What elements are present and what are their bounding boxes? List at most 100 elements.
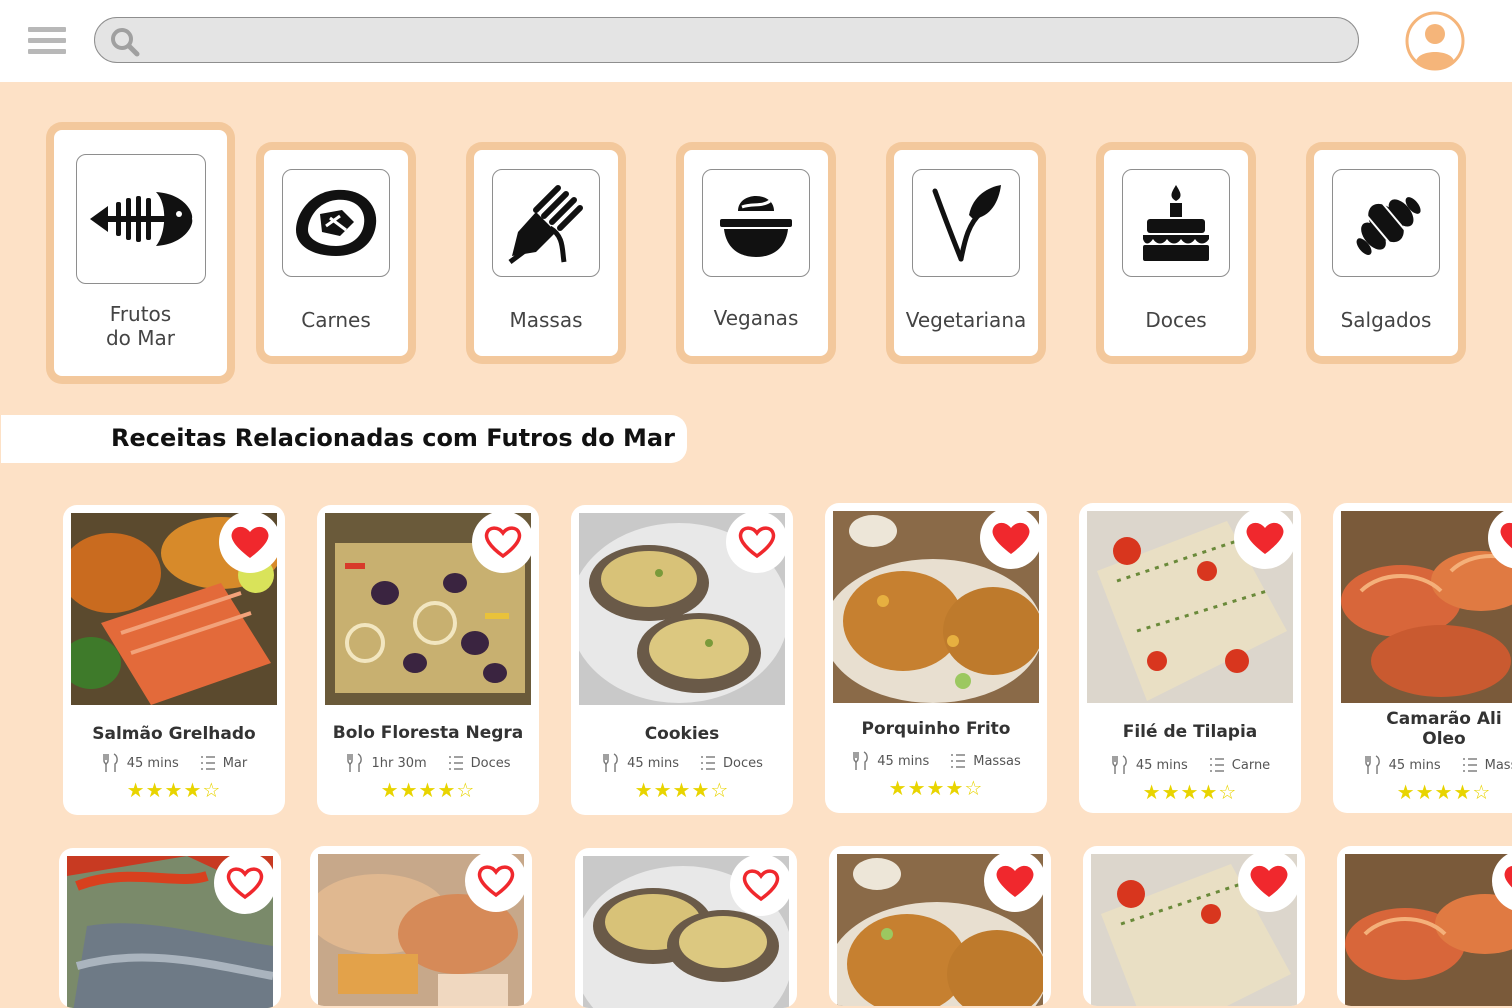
favorite-button[interactable] [984,850,1046,912]
recipe-card[interactable]: Cookies 45 mins Doces ★★★★☆ [571,505,793,815]
leaf-sprout-icon [912,169,1020,277]
fork-knife-icon [103,753,118,772]
fork-knife-icon [603,753,618,772]
recipe-card[interactable]: Filé de Tilapia 45 mins Carne ★★★★☆ [1079,503,1301,813]
category-carnes[interactable]: Carnes [256,142,416,364]
category-salgados[interactable]: Salgados [1306,142,1466,364]
favorite-button[interactable] [726,511,788,573]
list-icon [1209,758,1224,772]
recipe-card[interactable] [59,848,281,1008]
recipe-time: 45 mins [877,753,930,769]
category-label: Frutos [109,302,172,326]
recipe-time: 45 mins [126,755,179,771]
recipe-category: Mar [222,755,248,771]
recipe-photo [1345,854,1512,1006]
cake-icon [1122,169,1230,277]
recipe-card[interactable] [575,848,797,1008]
recipe-card[interactable]: Porquinho Frito 45 mins Massas ★★★★☆ [825,503,1047,813]
category-vegetariana[interactable]: Vegetariana [886,142,1046,364]
heart-icon [1500,522,1512,549]
favorite-button[interactable] [219,511,281,573]
heart-icon [226,867,264,900]
recipe-meta: 45 mins Massas [825,751,1047,771]
user-avatar-icon[interactable] [1405,11,1465,71]
favorite-button[interactable] [465,850,527,912]
fork-knife-icon [853,751,869,770]
pasta-fork-icon [492,169,600,277]
recipe-time: 45 mins [1135,757,1188,773]
rating-stars: ★★★★☆ [888,776,984,800]
list-icon [951,754,966,768]
recipe-time: 1hr 30m [371,755,427,771]
steak-icon [282,169,390,277]
list-icon [200,756,215,770]
category-doces[interactable]: Doces [1096,142,1256,364]
list-icon [1462,758,1477,772]
recipe-card[interactable]: Camarão Ali Oleo 45 mins Massa ★★★★☆ [1333,503,1512,813]
top-header [0,0,1512,82]
fish-bone-icon [75,154,206,284]
heart-icon [742,869,780,902]
recipe-meta: 45 mins Doces [571,753,793,773]
recipe-photo [1341,511,1512,703]
heart-icon [484,526,522,559]
category-massas[interactable]: Massas [466,142,626,364]
heart-icon [477,865,515,898]
hamburger-menu-icon[interactable] [28,27,66,55]
favorite-button[interactable] [472,511,534,573]
recipe-title: Bolo Floresta Negra [332,723,524,743]
category-label: Massas [509,308,583,332]
category-frutos-do-mar[interactable]: Frutos do Mar [46,122,235,384]
recipe-meta: 1hr 30m Doces [317,753,539,773]
favorite-button[interactable] [214,852,276,914]
favorite-button[interactable] [730,854,792,916]
recipe-time: 45 mins [1388,757,1441,773]
recipe-meta: 45 mins Carne [1079,755,1301,775]
recipe-title: Camarão Ali [1386,709,1502,729]
favorite-button[interactable] [1238,850,1300,912]
recipe-title: Oleo [1422,729,1466,749]
favorite-button[interactable] [980,507,1042,569]
rating-stars: ★★★★☆ [1142,780,1238,804]
croissant-icon [1332,169,1440,277]
category-label: do Mar [105,326,176,350]
recipe-card[interactable] [1083,846,1305,1006]
rating-stars: ★★★★☆ [634,778,730,802]
heart-icon [1246,522,1284,554]
category-veganas[interactable]: Veganas [676,142,836,364]
section-title-bar: Receitas Relacionadas com Futros do Mar [1,415,687,463]
recipe-card[interactable]: Bolo Floresta Negra 1hr 30m Doces ★★★★☆ [317,505,539,815]
category-label: Carnes [301,308,371,332]
heart-icon [231,526,269,558]
rating-stars: ★★★★☆ [1396,780,1492,804]
recipe-category: Massas [973,753,1021,769]
rating-stars: ★★★★☆ [380,778,476,802]
category-label: Salgados [1340,308,1432,332]
recipe-card[interactable] [829,846,1051,1006]
fork-knife-icon [347,753,363,772]
recipe-title: Salmão Grelhado [92,724,256,744]
recipe-title: Filé de Tilapia [1122,722,1258,742]
recipe-card[interactable] [1337,846,1512,1006]
rating-stars: ★★★★☆ [126,778,222,802]
recipe-category: Carne [1231,757,1271,773]
list-icon [701,756,716,770]
recipe-category: Doces [723,755,763,771]
category-label: Veganas [713,306,799,330]
bowl-icon [702,169,810,277]
search-input[interactable] [151,24,1345,56]
recipe-category: Massa [1484,757,1512,773]
recipe-meta: 45 mins Mar [63,753,285,773]
category-label: Vegetariana [905,308,1027,332]
recipe-category: Doces [470,755,511,771]
heart-icon [992,522,1030,554]
recipe-card[interactable] [310,846,532,1006]
search-icon[interactable] [109,26,141,58]
favorite-button[interactable] [1234,507,1296,569]
recipe-title: Porquinho Frito [861,719,1011,739]
recipe-title: Cookies [644,724,720,744]
search-bar[interactable] [94,17,1359,63]
recipe-card[interactable]: Salmão Grelhado 45 mins Mar ★★★★☆ [63,505,285,815]
fork-knife-icon [1112,755,1127,774]
recipe-meta: 45 mins Massa [1333,755,1512,775]
